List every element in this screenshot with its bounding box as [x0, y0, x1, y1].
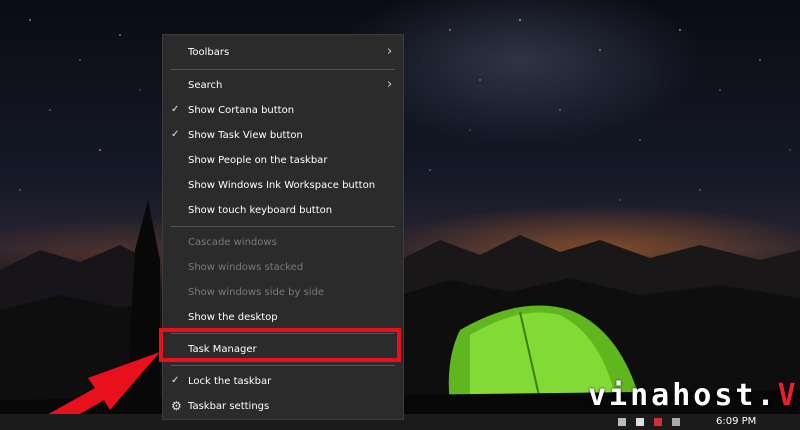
- menu-item-show-windows-ink[interactable]: Show Windows Ink Workspace button: [163, 174, 403, 198]
- taskbar-context-menu: Toolbars › Search › ✓ Show Cortana butto…: [162, 34, 404, 420]
- watermark-logo: vinahost.V: [588, 378, 799, 413]
- watermark-text: vinahost.: [588, 378, 778, 413]
- menu-item-label: Show Cortana button: [188, 105, 295, 116]
- menu-item-label: Search: [188, 80, 223, 91]
- menu-separator: [171, 226, 395, 227]
- menu-item-label: Show the desktop: [188, 312, 278, 323]
- menu-item-label: Toolbars: [188, 47, 230, 58]
- menu-item-search[interactable]: Search ›: [163, 74, 403, 98]
- chevron-right-icon: ›: [387, 44, 393, 59]
- menu-item-taskbar-settings[interactable]: ⚙ Taskbar settings: [163, 395, 403, 419]
- menu-item-label: Show windows stacked: [188, 262, 304, 273]
- menu-item-cascade-windows: Cascade windows: [163, 231, 403, 255]
- menu-item-show-cortana-button[interactable]: ✓ Show Cortana button: [163, 99, 403, 123]
- gear-icon: ⚙: [171, 399, 182, 413]
- tray-icon-language[interactable]: [672, 418, 680, 426]
- checkmark-icon: ✓: [171, 375, 180, 386]
- menu-item-label: Show Task View button: [188, 130, 303, 141]
- menu-item-show-windows-stacked: Show windows stacked: [163, 256, 403, 280]
- menu-item-label: Taskbar settings: [188, 401, 270, 412]
- tray-icon-network[interactable]: [636, 418, 644, 426]
- menu-separator: [171, 365, 395, 366]
- tray-icon-volume[interactable]: [654, 418, 662, 426]
- watermark-accent: V: [777, 378, 799, 413]
- task-manager-highlight-box: [159, 328, 401, 362]
- menu-item-show-people[interactable]: Show People on the taskbar: [163, 149, 403, 173]
- menu-item-label: Show Windows Ink Workspace button: [188, 180, 376, 191]
- checkmark-icon: ✓: [171, 129, 180, 140]
- menu-item-label: Cascade windows: [188, 237, 277, 248]
- menu-item-show-touch-keyboard[interactable]: Show touch keyboard button: [163, 199, 403, 223]
- menu-item-label: Lock the taskbar: [188, 376, 272, 387]
- menu-item-label: Show windows side by side: [188, 287, 325, 298]
- menu-item-show-task-view-button[interactable]: ✓ Show Task View button: [163, 124, 403, 148]
- tray-icon-up-arrow[interactable]: [618, 418, 626, 426]
- menu-item-lock-taskbar[interactable]: ✓ Lock the taskbar: [163, 370, 403, 394]
- chevron-right-icon: ›: [387, 77, 393, 92]
- menu-item-label: Show touch keyboard button: [188, 205, 333, 216]
- menu-item-show-windows-side-by-side: Show windows side by side: [163, 281, 403, 305]
- menu-separator: [171, 69, 395, 70]
- menu-item-label: Show People on the taskbar: [188, 155, 328, 166]
- menu-item-show-desktop[interactable]: Show the desktop: [163, 306, 403, 330]
- checkmark-icon: ✓: [171, 104, 180, 115]
- menu-item-toolbars[interactable]: Toolbars ›: [163, 41, 403, 65]
- taskbar-clock[interactable]: 6:09 PM: [716, 416, 756, 427]
